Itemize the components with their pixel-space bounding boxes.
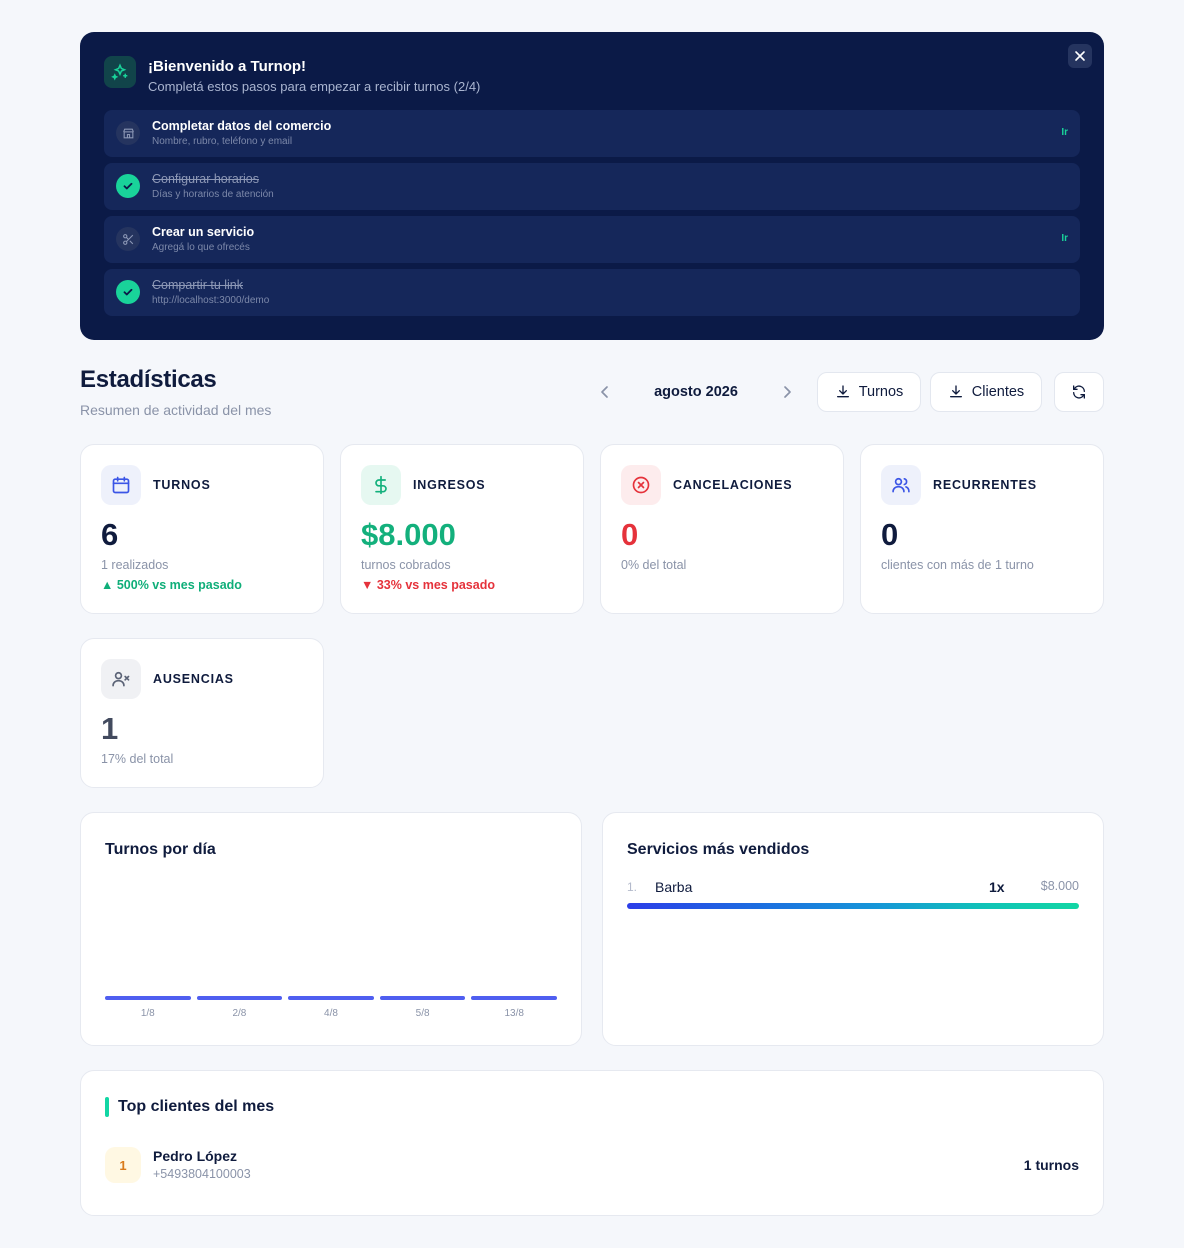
stat-label: CANCELACIONES xyxy=(673,478,793,492)
users-icon xyxy=(881,465,921,505)
stat-label: RECURRENTES xyxy=(933,478,1037,492)
service-rank: 1. xyxy=(627,880,638,894)
onboarding-panel: ¡Bienvenido a Turnop! Completá estos pas… xyxy=(80,32,1104,340)
stat-description: 17% del total xyxy=(101,752,174,766)
check-icon xyxy=(116,174,140,198)
top-clients-card: Top clientes del mes 1 Pedro López +5493… xyxy=(80,1070,1104,1216)
step-label: Completar datos del comercio xyxy=(152,119,332,133)
stat-description: 1 realizados xyxy=(101,558,169,572)
stat-value: $8.000 xyxy=(361,517,456,552)
calendar-icon xyxy=(101,465,141,505)
stat-trend: ▼ 33% vs mes pasado xyxy=(361,578,495,592)
chart-card-turnos-por-dia: Turnos por día 1/8 2/8 4/8 5/8 13/8 xyxy=(80,812,582,1046)
x-circle-icon xyxy=(621,465,661,505)
service-amount: $8.000 xyxy=(1040,879,1079,893)
stat-description: turnos cobrados xyxy=(361,558,451,572)
refresh-icon xyxy=(1073,385,1085,399)
stat-value: 0 xyxy=(881,517,899,552)
export-turnos-label: Turnos xyxy=(858,384,904,400)
step-description: Días y horarios de atención xyxy=(152,189,274,200)
services-title: Servicios más vendidos xyxy=(627,841,810,858)
step-label: Crear un servicio xyxy=(152,225,255,239)
stat-value: 0 xyxy=(621,517,639,552)
chart-bar xyxy=(288,996,374,1000)
chart-tick-label: 5/8 xyxy=(415,1008,430,1019)
export-clientes-button[interactable]: Clientes xyxy=(930,372,1042,412)
export-clientes-label: Clientes xyxy=(971,384,1025,400)
step-description: Agregá lo que ofrecés xyxy=(152,242,250,253)
chart-bar xyxy=(379,996,466,1000)
client-name: Pedro López xyxy=(153,1148,238,1164)
onboarding-step-service[interactable]: Crear un servicio Agregá lo que ofrecés … xyxy=(104,216,1080,263)
refresh-button[interactable] xyxy=(1054,372,1104,412)
chart-tick-label: 2/8 xyxy=(232,1008,247,1019)
chevron-right-icon xyxy=(784,386,791,398)
stat-description: clientes con más de 1 turno xyxy=(881,558,1034,572)
service-count: 1x xyxy=(989,879,1005,895)
onboarding-step-share-link[interactable]: Compartir tu link http://localhost:3000/… xyxy=(104,269,1080,316)
stat-label: AUSENCIAS xyxy=(153,672,234,686)
onboarding-step-business-data[interactable]: Completar datos del comercio Nombre, rub… xyxy=(104,110,1080,157)
close-button[interactable] xyxy=(1068,44,1092,68)
dollar-icon xyxy=(361,465,401,505)
close-icon xyxy=(1075,51,1085,61)
next-month-button[interactable] xyxy=(778,383,796,401)
export-turnos-button[interactable]: Turnos xyxy=(817,372,921,412)
service-share-bar xyxy=(627,903,1079,909)
services-card: Servicios más vendidos 1. Barba 1x $8.00… xyxy=(602,812,1104,1046)
chart-bar xyxy=(471,996,557,1000)
chart-tick-label: 4/8 xyxy=(324,1008,338,1019)
step-description: Nombre, rubro, teléfono y email xyxy=(152,136,293,147)
onboarding-subtitle: Completá estos pasos para empezar a reci… xyxy=(148,79,481,94)
stat-trend: ▲ 500% vs mes pasado xyxy=(101,578,242,592)
chart-tick-label: 1/8 xyxy=(140,1008,155,1019)
month-label: agosto 2026 xyxy=(654,384,738,400)
step-label: Compartir tu link xyxy=(152,278,243,292)
chart-tick-label: 13/8 xyxy=(504,1008,524,1019)
stat-value: 1 xyxy=(101,711,119,746)
stat-card-turnos: TURNOS 6 1 realizados ▲ 500% vs mes pasa… xyxy=(80,444,324,614)
stat-label: TURNOS xyxy=(153,478,211,492)
onboarding-step-schedule[interactable]: Configurar horarios Días y horarios de a… xyxy=(104,163,1080,210)
download-icon xyxy=(949,385,962,398)
stat-card-ingresos: INGRESOS $8.000 turnos cobrados ▼ 33% vs… xyxy=(340,444,584,614)
stat-card-cancelaciones: CANCELACIONES 0 0% del total xyxy=(600,444,844,614)
client-phone: +5493804100003 xyxy=(153,1167,251,1181)
scissors-icon xyxy=(116,227,140,251)
download-icon xyxy=(836,385,849,398)
stat-label: INGRESOS xyxy=(413,478,486,492)
onboarding-title: ¡Bienvenido a Turnop! xyxy=(148,58,307,75)
stat-description: 0% del total xyxy=(621,558,687,572)
chevron-left-icon xyxy=(601,386,608,398)
step-go-link[interactable]: Ir xyxy=(1061,127,1068,138)
step-label: Configurar horarios xyxy=(152,172,259,186)
chart-bar xyxy=(196,996,283,1000)
step-description: http://localhost:3000/demo xyxy=(152,295,270,306)
stat-card-ausencias: AUSENCIAS 1 17% del total xyxy=(80,638,324,788)
stat-value: 6 xyxy=(101,517,119,552)
page-subtitle: Resumen de actividad del mes xyxy=(80,402,272,418)
stat-card-recurrentes: RECURRENTES 0 clientes con más de 1 turn… xyxy=(860,444,1104,614)
prev-month-button[interactable] xyxy=(596,383,614,401)
top-clients-title: Top clientes del mes xyxy=(118,1098,275,1115)
store-icon xyxy=(116,121,140,145)
chart-bar xyxy=(105,996,191,1000)
user-x-icon xyxy=(101,659,141,699)
client-rank-badge: 1 xyxy=(105,1147,141,1183)
section-accent xyxy=(105,1097,109,1117)
page-title: Estadísticas xyxy=(80,366,217,393)
sparkles-icon xyxy=(104,56,136,88)
service-name: Barba xyxy=(655,879,693,895)
check-icon xyxy=(116,280,140,304)
client-turnos-count: 1 turnos xyxy=(1023,1157,1079,1173)
chart-title: Turnos por día xyxy=(105,841,216,858)
step-go-link[interactable]: Ir xyxy=(1061,233,1068,244)
